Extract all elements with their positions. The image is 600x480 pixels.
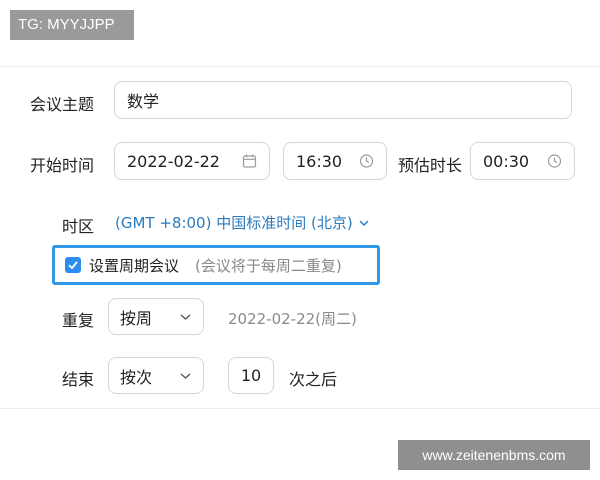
end-count-suffix: 次之后	[289, 370, 338, 389]
repeat-info: 2022-02-22(周二)	[228, 310, 357, 328]
end-count-value: 10	[240, 366, 262, 385]
chevron-down-icon	[359, 219, 369, 227]
checkmark-icon	[68, 261, 78, 270]
watermark-bottom: www.zeitenenbms.com	[398, 440, 590, 470]
end-select[interactable]: 按次	[108, 357, 204, 394]
chevron-down-icon	[180, 313, 191, 321]
recurring-label: 设置周期会议	[89, 256, 180, 275]
recurring-hint: (会议将于每周二重复)	[195, 256, 342, 275]
topic-input[interactable]: 数学	[114, 81, 572, 119]
repeat-label: 重复	[62, 311, 95, 330]
timezone-selector[interactable]: (GMT +8:00) 中国标准时间 (北京)	[115, 212, 369, 233]
start-date-picker[interactable]: 2022-02-22	[114, 142, 270, 180]
calendar-icon[interactable]	[242, 154, 257, 169]
duration-value: 00:30	[483, 151, 530, 171]
clock-icon[interactable]	[359, 154, 374, 169]
repeat-select-value: 按周	[120, 308, 153, 328]
timezone-label: 时区	[62, 217, 95, 236]
end-select-value: 按次	[120, 367, 153, 387]
chevron-down-icon	[180, 372, 191, 380]
repeat-select[interactable]: 按周	[108, 298, 204, 335]
start-time-label: 开始时间	[30, 156, 95, 175]
recurring-checkbox[interactable]	[65, 257, 81, 273]
divider-bottom	[0, 408, 600, 409]
timezone-value: (GMT +8:00) 中国标准时间 (北京)	[115, 214, 353, 232]
recurring-meeting-option[interactable]: 设置周期会议 (会议将于每周二重复)	[52, 245, 380, 285]
duration-label: 预估时长	[398, 156, 463, 175]
start-time-picker[interactable]: 16:30	[283, 142, 387, 180]
duration-picker[interactable]: 00:30	[470, 142, 575, 180]
topic-input-value: 数学	[127, 92, 160, 111]
end-label: 结束	[62, 370, 95, 389]
divider-top	[0, 66, 600, 67]
watermark-top: TG: MYYJJPP	[10, 10, 134, 40]
start-date-value: 2022-02-22	[127, 151, 220, 171]
topic-label: 会议主题	[30, 95, 95, 114]
end-count-input[interactable]: 10	[228, 357, 274, 394]
start-time-value: 16:30	[296, 151, 343, 171]
clock-icon[interactable]	[547, 154, 562, 169]
